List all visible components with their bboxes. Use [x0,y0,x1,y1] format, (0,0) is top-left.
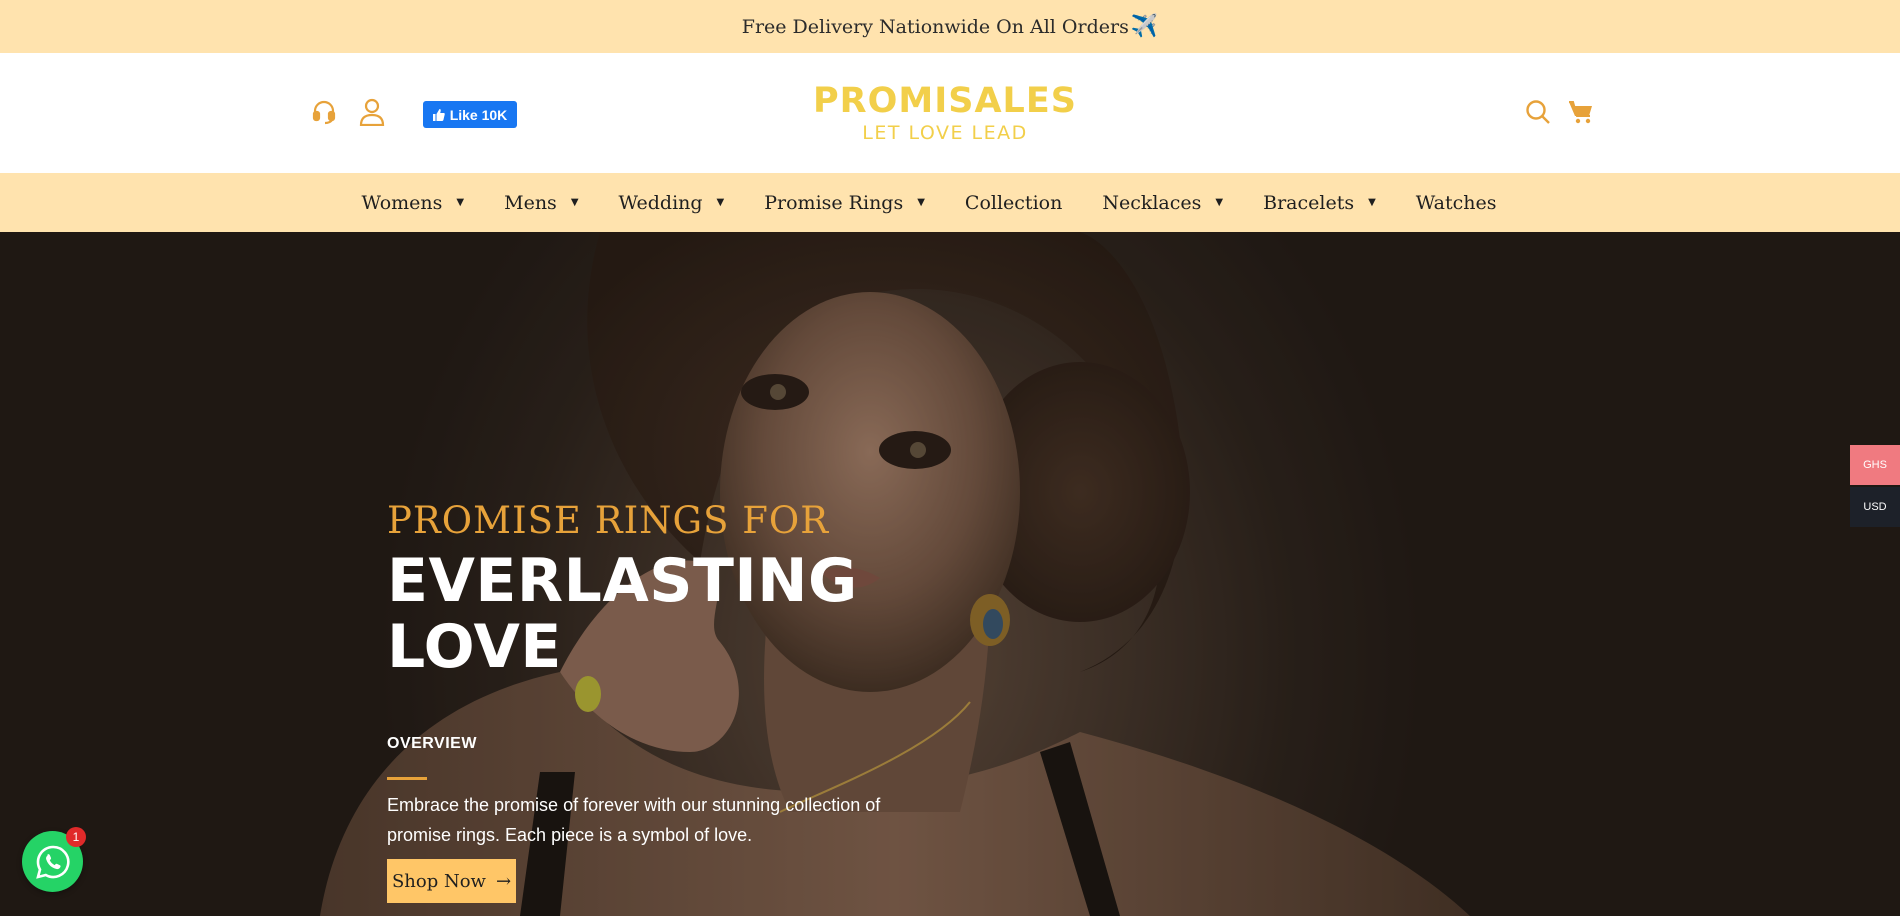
shop-now-label: Shop Now [391,870,486,892]
airplane-icon: ✈️ [1130,14,1159,39]
caret-down-icon: ▼ [917,197,925,208]
facebook-like-button[interactable]: Like 10K [423,101,517,128]
nav-item-label: Promise Rings [764,191,904,214]
nav-item-watches[interactable]: Watches [1396,192,1517,214]
hero-title-line2: LOVE [387,612,562,682]
currency-usd-button[interactable]: USD [1850,487,1900,527]
arrow-right-icon: → [495,870,512,892]
caret-down-icon: ▼ [716,197,725,208]
nav-list: Womens ▼ Mens ▼ Wedding ▼ Promise Rings … [341,192,1516,214]
hero-accent-rule [387,777,427,780]
whatsapp-icon [35,845,70,879]
site-logo[interactable]: PROMISALES LET LOVE LEAD [780,81,1110,145]
hero-title-line1: EVERLASTING [387,546,858,616]
nav-item-mens[interactable]: Mens ▼ [484,192,598,214]
site-header: Like 10K PROMISALES LET LOVE LEAD [0,53,1900,173]
hero-overview-label: OVERVIEW [387,735,477,752]
nav-item-label: Wedding [618,191,703,214]
nav-item-collection[interactable]: Collection [945,192,1082,214]
facebook-like-label: Like 10K [449,106,508,123]
nav-item-necklaces[interactable]: Necklaces ▼ [1082,192,1243,214]
hero-banner: PROMISE RINGS FOR EVERLASTING LOVE OVERV… [0,232,1900,916]
support-icon[interactable] [311,99,337,125]
currency-ghs-button[interactable]: GHS [1850,445,1900,485]
nav-item-promise-rings[interactable]: Promise Rings ▼ [744,192,945,214]
search-icon[interactable] [1525,99,1551,125]
nav-item-label: Bracelets [1263,191,1355,214]
announcement-bar: Free Delivery Nationwide On All Orders ✈… [0,0,1900,53]
nav-item-label: Collection [964,191,1063,214]
nav-item-label: Mens [504,191,557,214]
nav-item-label: Necklaces [1102,191,1202,214]
main-nav: Womens ▼ Mens ▼ Wedding ▼ Promise Rings … [0,173,1900,232]
cart-icon[interactable] [1568,99,1594,125]
currency-switcher: GHS USD [1850,445,1900,527]
nav-item-wedding[interactable]: Wedding ▼ [599,192,745,214]
hero-title: EVERLASTING LOVE [387,548,858,680]
caret-down-icon: ▼ [456,197,465,208]
account-icon[interactable] [359,98,385,126]
nav-item-label: Womens [361,191,443,214]
announcement-text: Free Delivery Nationwide On All Orders [741,15,1129,38]
logo-tagline: LET LOVE LEAD [862,122,1028,144]
hero-heading-block: PROMISE RINGS FOR EVERLASTING LOVE [387,498,858,680]
nav-item-label: Watches [1415,191,1497,214]
nav-item-womens[interactable]: Womens ▼ [341,192,484,214]
caret-down-icon: ▼ [1215,197,1224,208]
whatsapp-notification-badge: 1 [66,827,86,847]
thumbs-up-icon [432,108,445,121]
caret-down-icon: ▼ [1368,197,1376,208]
nav-item-bracelets[interactable]: Bracelets ▼ [1243,192,1396,214]
hero-kicker: PROMISE RINGS FOR [387,499,830,542]
logo-title: PROMISALES [813,81,1077,121]
caret-down-icon: ▼ [570,197,579,208]
hero-description: Embrace the promise of forever with our … [387,795,881,845]
shop-now-button[interactable]: Shop Now → [387,859,516,903]
hero-overlay [0,232,1900,916]
